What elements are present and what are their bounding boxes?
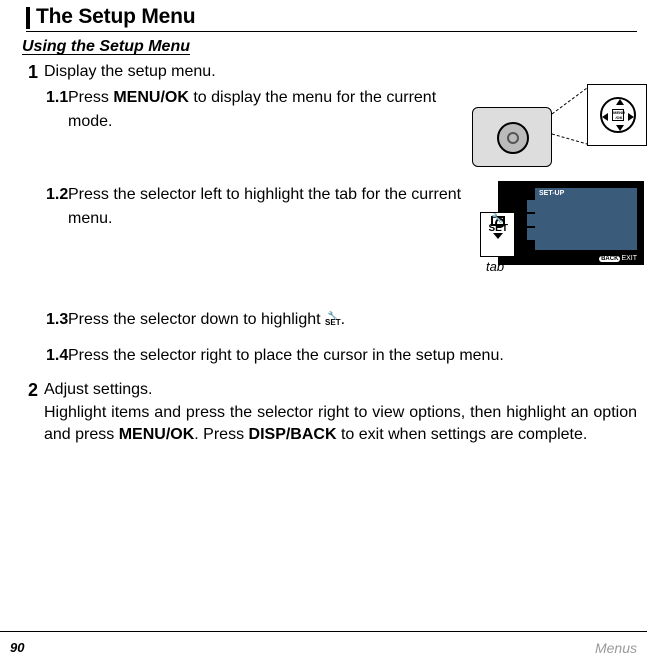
- back-pill: BACK: [599, 256, 620, 262]
- substep-1-3-text: Press the selector down to highlight 🔧SE…: [68, 308, 637, 332]
- dpad-down-icon: [616, 125, 624, 131]
- screen-tab-2-icon: [527, 214, 535, 226]
- substep-1-1-row: 1.1 Press MENU/OK to display the menu fo…: [46, 84, 637, 169]
- substep-1-3: 1.3 Press the selector down to highlight…: [46, 308, 637, 332]
- dpad-left-icon: [602, 113, 608, 121]
- screen-illustration: SET-UP BACKEXIT 🔧: [472, 181, 644, 296]
- dpad-callout: MENU /OK: [587, 84, 647, 146]
- set-label: SET: [489, 223, 508, 234]
- camera-screen-icon: SET-UP BACKEXIT: [498, 181, 644, 265]
- exit-text: EXIT: [621, 255, 637, 262]
- substep-1-1-pre: Press: [68, 89, 113, 106]
- wrench-icon: 🔧: [492, 213, 503, 223]
- dpad-right-icon: [628, 113, 634, 121]
- subheading: Using the Setup Menu: [22, 38, 637, 56]
- substep-1-2-row: 1.2 Press the selector left to highlight…: [46, 181, 637, 296]
- substep-1-1-number: 1.1: [46, 86, 68, 110]
- dpad-up-icon: [616, 99, 624, 105]
- camera-lens-icon: [497, 122, 529, 154]
- step-2-para-b: to exit when settings are complete.: [337, 426, 588, 443]
- screen-tab-3-icon: [527, 228, 535, 240]
- step-2-paragraph: Highlight items and press the selector r…: [44, 402, 637, 446]
- step-1-number: 1: [22, 60, 38, 84]
- section-header: The Setup Menu: [26, 5, 637, 32]
- substep-1-1-text: Press MENU/OK to display the menu for th…: [68, 86, 462, 134]
- step-2-mid: . Press: [194, 426, 248, 443]
- dpad-center-label: MENU /OK: [613, 110, 625, 120]
- screen-titlebar: SET-UP: [535, 188, 637, 200]
- set-inline-label: SET: [325, 318, 341, 327]
- substep-1-2-number: 1.2: [46, 183, 68, 207]
- keyword-menu-ok: MENU/OK: [113, 89, 189, 106]
- set-tab-icon: 🔧 SET: [489, 213, 507, 231]
- screen-tab-1-icon: [527, 200, 535, 212]
- step-2: 2 Adjust settings.: [22, 378, 637, 402]
- screen-exit-label: BACKEXIT: [599, 255, 637, 262]
- page-number: 90: [10, 640, 24, 656]
- header-accent-bar: [26, 7, 30, 29]
- page-footer: 90 Menus: [0, 631, 647, 656]
- step-1: 1 Display the setup menu.: [22, 60, 637, 84]
- substep-1-3-number: 1.3: [46, 308, 68, 332]
- substep-1-4-number: 1.4: [46, 344, 68, 368]
- footer-category: Menus: [595, 640, 637, 656]
- dpad-icon: MENU /OK: [600, 97, 636, 133]
- screen-tabs-icon: [527, 200, 535, 242]
- tab-caption: tab: [486, 259, 504, 274]
- keyword-disp-back: DISP/BACK: [249, 426, 337, 443]
- substep-1-3-post: .: [341, 311, 345, 328]
- camera-illustration: MENU /OK: [472, 84, 647, 169]
- camera-inner-icon: [507, 132, 519, 144]
- step-2-title: Adjust settings.: [44, 378, 637, 402]
- callout-lines-icon: [552, 84, 587, 152]
- camera-body-icon: [472, 107, 552, 167]
- screen-body-icon: [535, 200, 637, 250]
- substep-1-2-text: Press the selector left to highlight the…: [68, 183, 462, 231]
- tab-callout-box: 🔧 SET: [480, 212, 515, 257]
- section-title: The Setup Menu: [36, 5, 195, 29]
- step-2-number: 2: [22, 378, 38, 402]
- set-inline-icon: 🔧SET: [325, 312, 341, 326]
- keyword-menu-ok-2: MENU/OK: [119, 426, 195, 443]
- step-1-title: Display the setup menu.: [44, 60, 637, 84]
- substep-1-4-text: Press the selector right to place the cu…: [68, 344, 637, 368]
- substep-1-4: 1.4 Press the selector right to place th…: [46, 344, 637, 368]
- substep-1-3-pre: Press the selector down to highlight: [68, 311, 325, 328]
